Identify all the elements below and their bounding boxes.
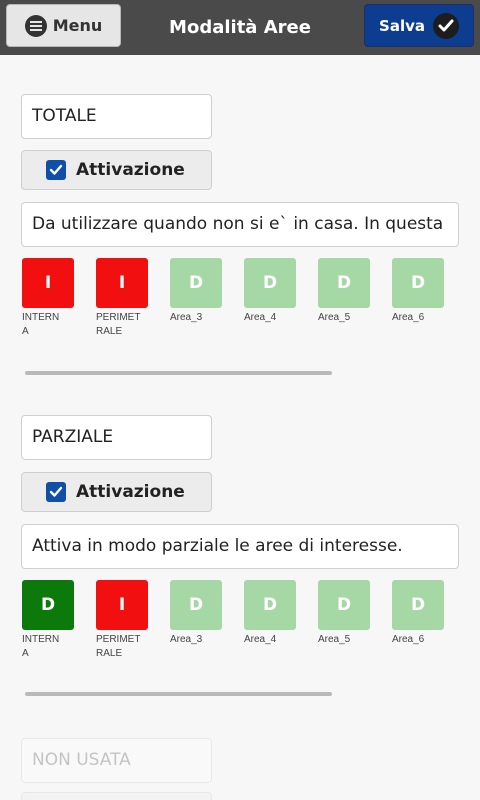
area-label: PERIMET RALE xyxy=(96,634,141,659)
section-divider xyxy=(25,692,332,696)
area-tile[interactable]: D xyxy=(22,580,74,630)
area-label: Area_3 xyxy=(170,634,203,645)
area-label: Area_6 xyxy=(392,634,425,645)
checkmark-icon xyxy=(432,12,459,39)
checkbox-checked-icon xyxy=(46,160,66,180)
area-tile[interactable]: D xyxy=(392,258,444,308)
activation-toggle[interactable] xyxy=(21,792,212,800)
menu-icon xyxy=(24,14,47,37)
area-tile[interactable]: I xyxy=(96,580,148,630)
area-tile[interactable]: D xyxy=(244,580,296,630)
area-label: INTERN A xyxy=(22,634,60,659)
area-label: Area_4 xyxy=(244,312,277,323)
menu-button[interactable]: Menu xyxy=(6,4,121,47)
app-header: Menu Modalità Aree Salva xyxy=(0,0,480,55)
activation-toggle[interactable]: Attivazione xyxy=(21,472,212,512)
activation-toggle[interactable]: Attivazione xyxy=(21,150,212,190)
area-tile[interactable]: D xyxy=(244,258,296,308)
mode-name-input[interactable]: TOTALE xyxy=(21,94,212,139)
area-tile[interactable]: D xyxy=(170,258,222,308)
menu-label: Menu xyxy=(52,16,103,35)
save-label: Salva xyxy=(379,16,425,35)
area-tile[interactable]: I xyxy=(96,258,148,308)
area-label: Area_3 xyxy=(170,312,203,323)
area-label: Area_4 xyxy=(244,634,277,645)
area-tile[interactable]: D xyxy=(318,580,370,630)
area-tile[interactable]: D xyxy=(170,580,222,630)
activation-label: Attivazione xyxy=(76,482,185,502)
area-label: Area_6 xyxy=(392,312,425,323)
section-divider xyxy=(25,371,332,375)
mode-name-input[interactable]: PARZIALE xyxy=(21,415,212,460)
mode-name-input[interactable]: NON USATA xyxy=(21,738,212,783)
mode-description-input[interactable]: Attiva in modo parziale le aree di inter… xyxy=(21,524,459,569)
checkbox-checked-icon xyxy=(46,482,66,502)
activation-label: Attivazione xyxy=(76,160,185,180)
area-tile[interactable]: I xyxy=(22,258,74,308)
area-tile[interactable]: D xyxy=(392,580,444,630)
area-label: INTERN A xyxy=(22,312,60,337)
mode-description-input[interactable]: Da utilizzare quando non si e` in casa. … xyxy=(21,202,459,247)
area-tile[interactable]: D xyxy=(318,258,370,308)
save-button[interactable]: Salva xyxy=(364,4,474,47)
area-label: Area_5 xyxy=(318,312,351,323)
area-label: Area_5 xyxy=(318,634,351,645)
page-title: Modalità Aree xyxy=(169,17,311,38)
area-label: PERIMET RALE xyxy=(96,312,141,337)
